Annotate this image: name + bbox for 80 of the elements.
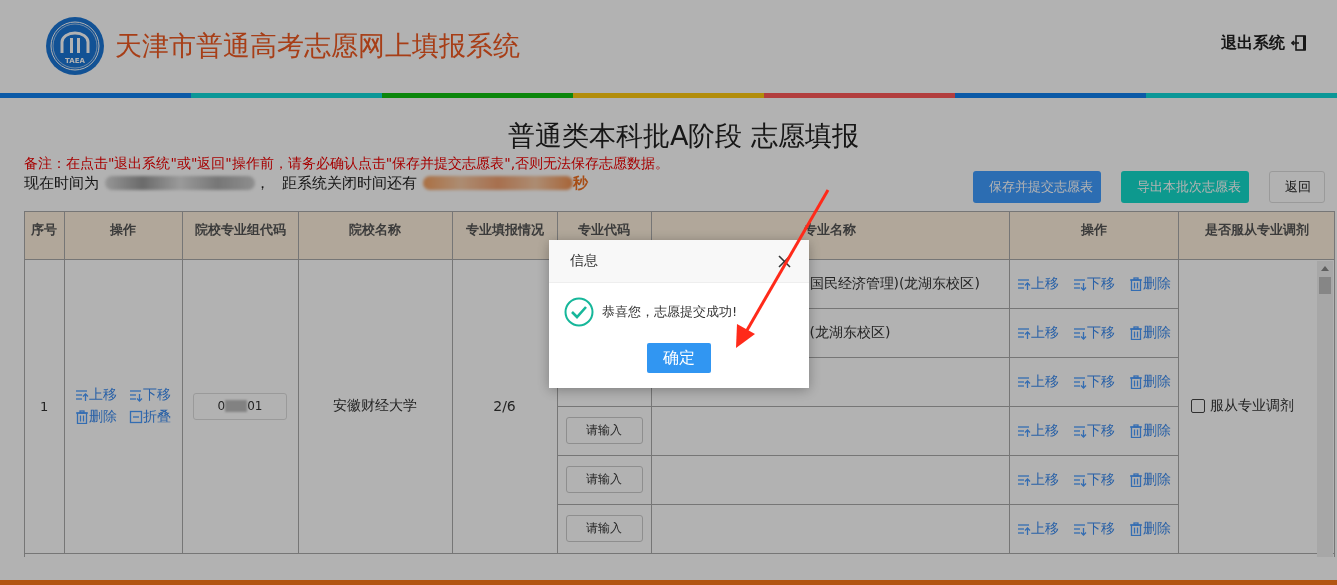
back-button[interactable]: 返回	[1269, 171, 1325, 203]
save-submit-button[interactable]: 保存并提交志愿表	[973, 171, 1101, 203]
trash-icon	[1128, 374, 1143, 389]
check-circle-icon	[564, 297, 594, 327]
confirm-button[interactable]: 确定	[647, 343, 711, 373]
column-header: 操作	[110, 222, 136, 238]
group-code-field[interactable]: 0 01	[193, 392, 287, 420]
delete-link[interactable]: 删除	[1128, 519, 1171, 538]
remaining-time-label: 距系统关闭时间还有	[282, 173, 417, 194]
move-down-icon	[129, 388, 143, 402]
move-down-link[interactable]: 下移	[1072, 323, 1115, 342]
notice-text: 备注：在点击"退出系统"或"返回"操作前，请务必确认点击"保存并提交志愿表",否则无法保存志愿数据。	[24, 154, 671, 172]
trash-icon	[1128, 521, 1143, 536]
close-icon[interactable]	[778, 254, 791, 268]
column-header: 院校专业组代码	[194, 222, 286, 238]
dialog-message: 恭喜您，志愿提交成功!	[602, 303, 738, 321]
delete-link[interactable]: 删除	[75, 408, 117, 426]
major-code-field[interactable]: 请输入	[565, 417, 643, 444]
page-title: 普通类本科批A阶段 志愿填报	[506, 119, 861, 153]
column-header: 序号	[31, 222, 58, 238]
move-down-icon	[1072, 472, 1087, 487]
move-down-icon	[1072, 374, 1087, 389]
column-header: 院校名称	[349, 222, 401, 238]
trash-icon	[1128, 276, 1143, 291]
move-up-icon	[1016, 374, 1031, 389]
school-name: 安徽财经大学	[333, 397, 417, 413]
column-header: 专业代码	[578, 222, 630, 238]
trash-icon	[1128, 472, 1143, 487]
column-header: 是否服从专业调剂	[1205, 222, 1309, 238]
logout-link[interactable]: 退出系统	[1221, 32, 1307, 54]
move-down-link[interactable]: 下移	[1072, 470, 1115, 489]
move-up-icon	[1016, 276, 1031, 291]
logout-icon	[1291, 34, 1307, 52]
move-up-link[interactable]: 上移	[1016, 274, 1059, 293]
delete-link[interactable]: 删除	[1128, 470, 1171, 489]
seconds-text: 秒	[573, 173, 588, 194]
column-header: 操作	[1080, 222, 1107, 238]
separator-text: ，	[255, 173, 270, 194]
row-number: 1	[40, 398, 49, 414]
column-header: 专业填报情况	[465, 222, 544, 238]
scrollbar[interactable]	[1317, 261, 1333, 557]
current-time-label: 现在时间为	[24, 173, 99, 194]
move-up-icon	[75, 388, 89, 402]
move-down-icon	[1072, 521, 1087, 536]
major-name: 国民经济管理)(龙湖东校区)	[809, 274, 980, 291]
move-down-link[interactable]: 下移	[1072, 372, 1115, 391]
major-code-field[interactable]: 请输入	[565, 466, 643, 493]
fill-status: 2/6	[493, 398, 516, 414]
move-up-link[interactable]: 上移	[1016, 421, 1059, 440]
delete-link[interactable]: 删除	[1128, 274, 1171, 293]
delete-link[interactable]: 删除	[1128, 421, 1171, 440]
move-up-icon	[1016, 325, 1031, 340]
move-up-link[interactable]: 上移	[1016, 323, 1059, 342]
move-up-icon	[1016, 521, 1031, 536]
trash-icon	[1128, 325, 1143, 340]
move-down-icon	[1072, 423, 1087, 438]
dialog-title: 信息	[570, 252, 598, 270]
major-code-field[interactable]: 请输入	[565, 515, 643, 542]
blurred-text	[225, 400, 248, 412]
major-name: (龙湖东校区)	[809, 323, 891, 340]
move-down-link[interactable]: 下移	[1072, 421, 1115, 440]
move-up-link[interactable]: 上移	[1016, 372, 1059, 391]
move-up-link[interactable]: 上移	[75, 386, 117, 404]
collapse-icon	[129, 410, 143, 424]
move-down-icon	[1072, 325, 1087, 340]
site-title: 天津市普通高考志愿网上填报系统	[115, 29, 520, 63]
move-down-icon	[1072, 276, 1087, 291]
move-down-link[interactable]: 下移	[129, 386, 171, 404]
move-down-link[interactable]: 下移	[1072, 519, 1115, 538]
export-button[interactable]: 导出本批次志愿表	[1121, 171, 1249, 203]
move-up-icon	[1016, 423, 1031, 438]
collapse-link[interactable]: 折叠	[129, 408, 171, 426]
move-up-link[interactable]: 上移	[1016, 519, 1059, 538]
move-up-link[interactable]: 上移	[1016, 470, 1059, 489]
move-up-icon	[1016, 472, 1031, 487]
trash-icon	[1128, 423, 1143, 438]
move-down-link[interactable]: 下移	[1072, 274, 1115, 293]
delete-link[interactable]: 删除	[1128, 323, 1171, 342]
delete-link[interactable]: 删除	[1128, 372, 1171, 391]
trash-icon	[75, 410, 89, 424]
